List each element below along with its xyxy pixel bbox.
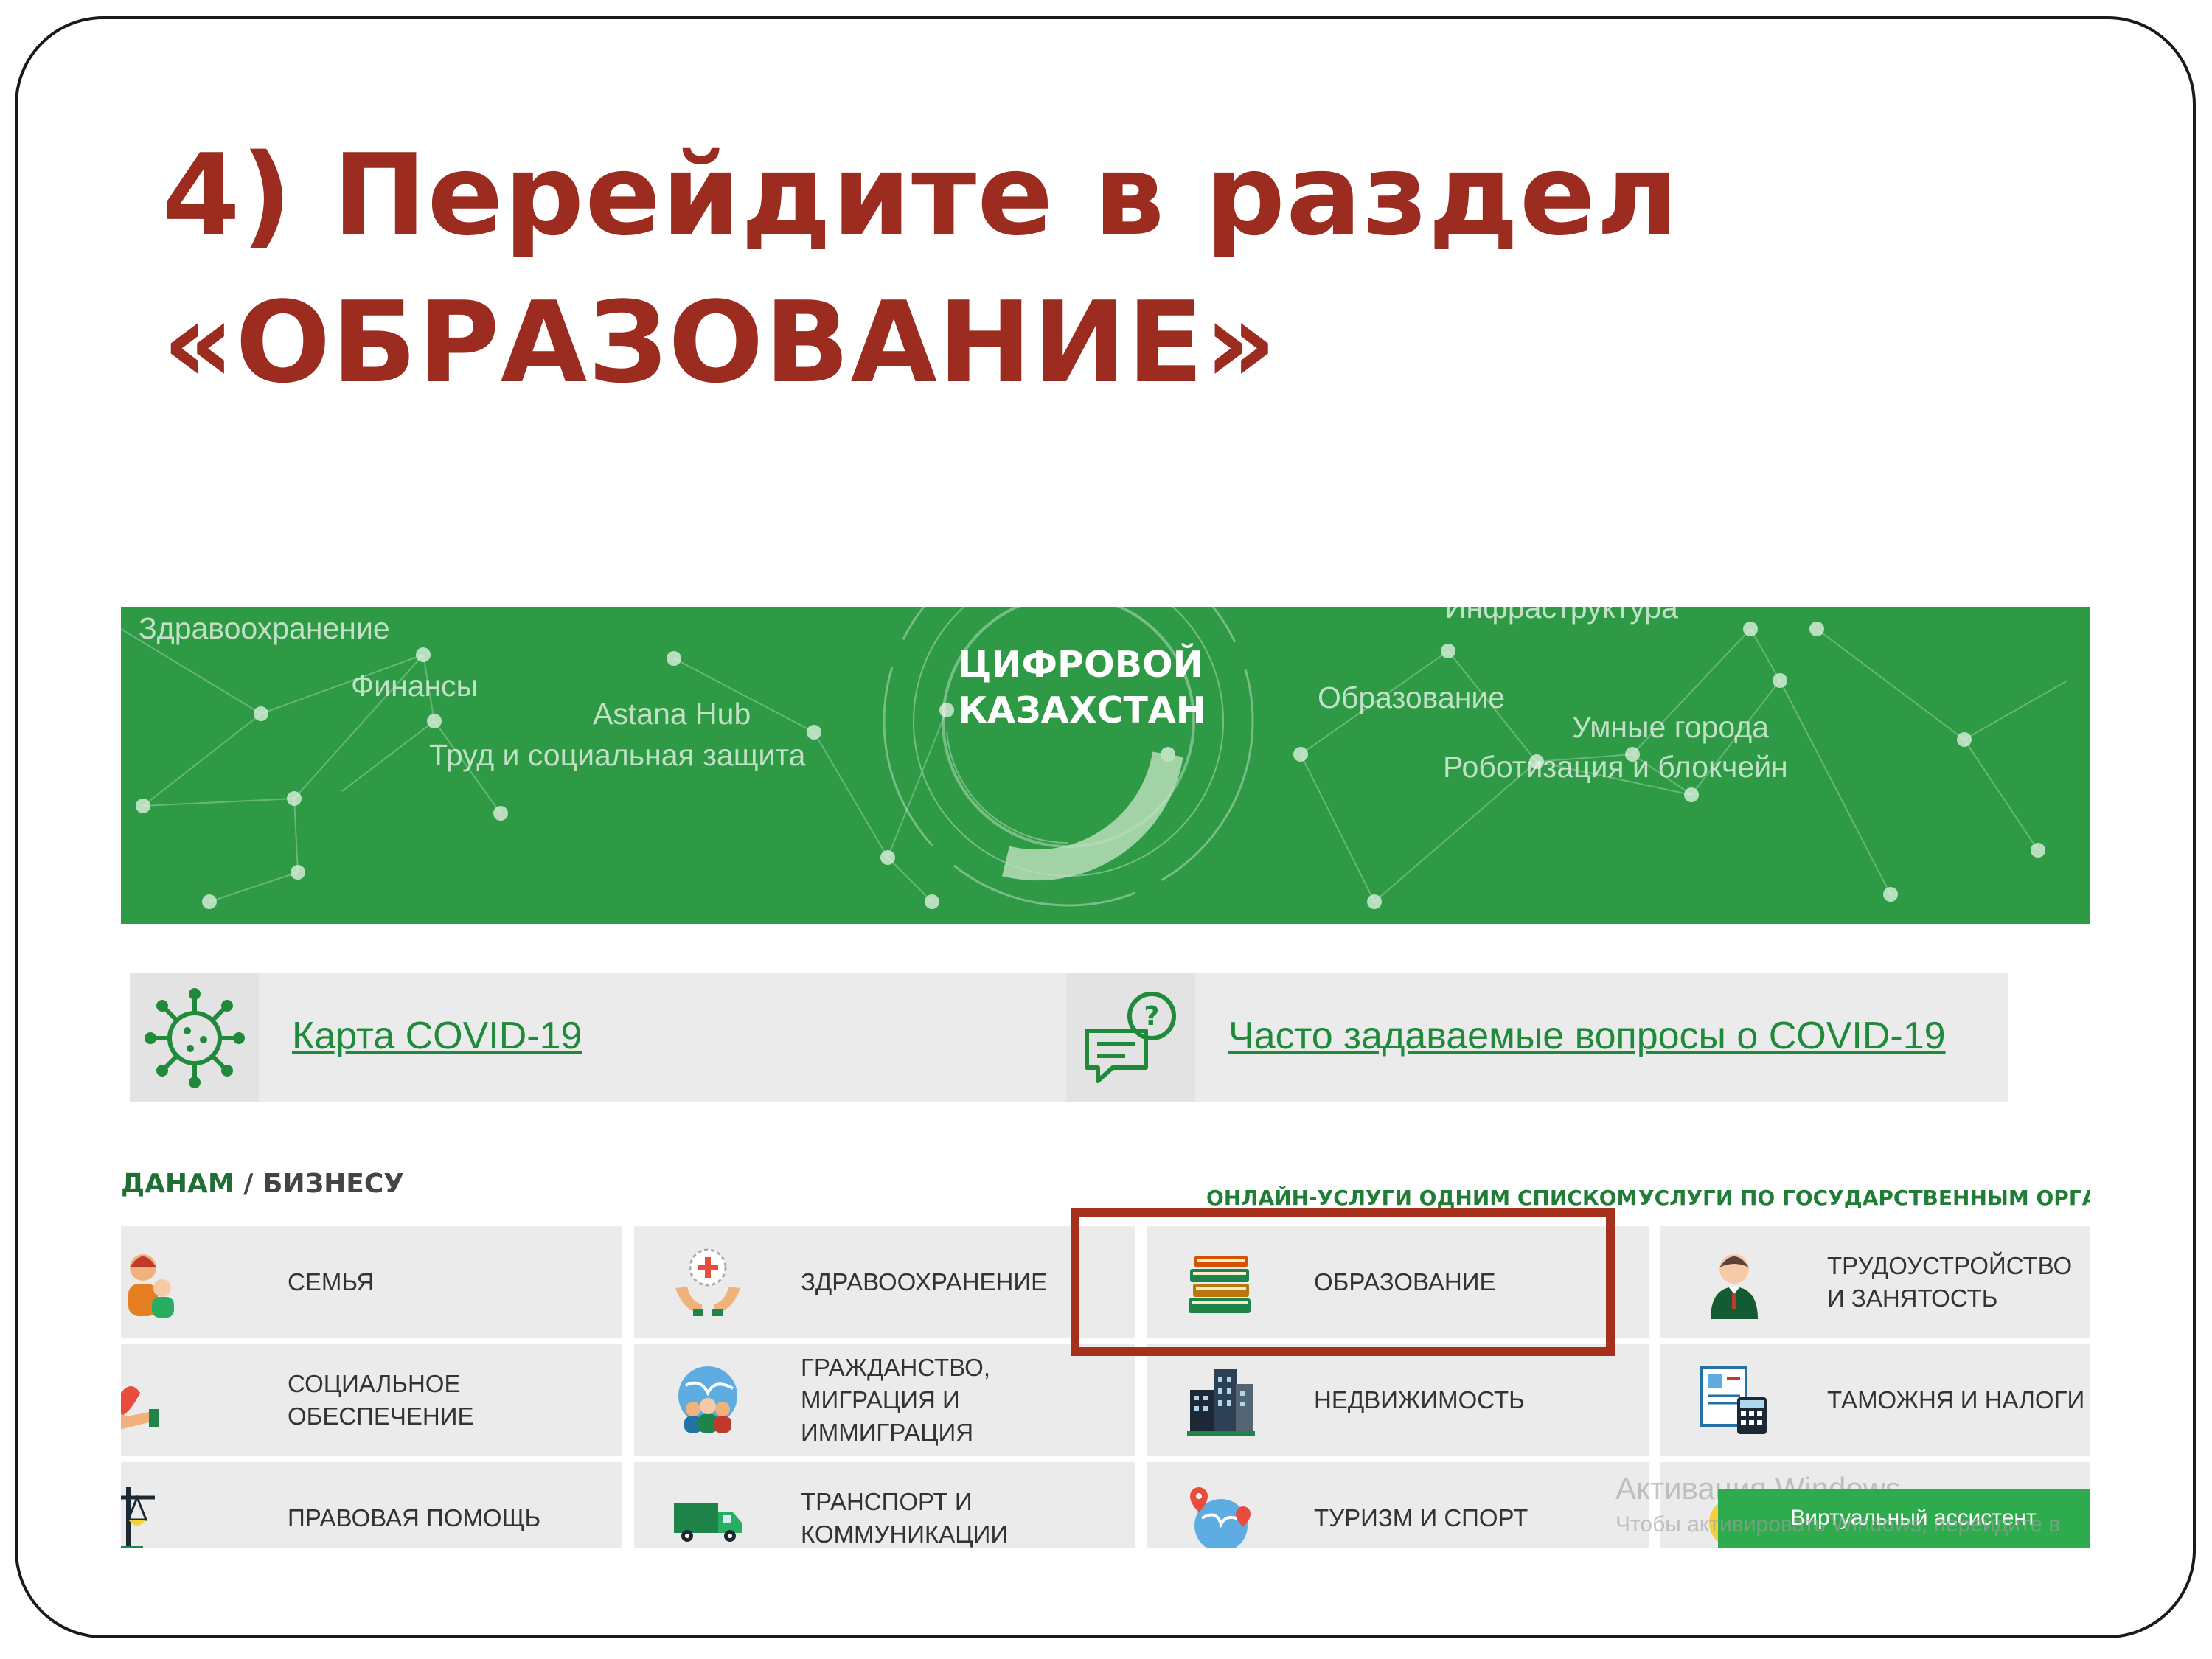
category-label: ПРАВОВАЯ ПОМОЩЬ (288, 1504, 541, 1531)
banner-word-astana-hub: Astana Hub (593, 697, 751, 731)
truck-icon (674, 1503, 742, 1542)
banner-word-finance: Финансы (351, 669, 479, 703)
globe-people-icon (678, 1366, 737, 1433)
business-tab[interactable]: БИЗНЕСУ (262, 1169, 404, 1199)
family-icon (128, 1254, 174, 1318)
healthcare-icon (675, 1248, 740, 1316)
category-icon-box (121, 1344, 268, 1456)
category-icon-box (634, 1344, 782, 1456)
category-education[interactable]: ОБРАЗОВАНИЕ (1147, 1226, 1649, 1338)
calculator-document-icon (1700, 1366, 1767, 1434)
gov-services-link[interactable]: УСЛУГИ ПО ГОСУДАРСТВЕННЫМ ОРГАНАМ› (1638, 1186, 2090, 1210)
social-care-icon (121, 1386, 159, 1430)
category-icon-box (1147, 1462, 1295, 1548)
category-citizenship[interactable]: ГРАЖДАНСТВО, МИГРАЦИЯ И ИММИГРАЦИЯ (634, 1344, 1135, 1456)
category-icon-box (1660, 1226, 1808, 1338)
category-icon-box (1660, 1344, 1808, 1456)
employee-icon (1711, 1254, 1758, 1319)
faq-icon-box: ? (1066, 973, 1195, 1102)
digital-kazakhstan-banner[interactable]: Здравоохранение Финансы Astana Hub Труд … (121, 607, 2090, 924)
category-label: СЕМЬЯ (288, 1268, 375, 1295)
scales-icon (121, 1487, 155, 1548)
banner-word-infrastructure: Инфраструктура (1444, 607, 1678, 625)
category-label: СОЦИАЛЬНОЕ ОБЕСПЕЧЕНИЕ (288, 1370, 474, 1430)
banner-word-health: Здравоохранение (139, 611, 390, 645)
banner-word-labor: Труд и социальная защита (429, 738, 806, 772)
chat-question-icon: ? (1085, 992, 1176, 1083)
buildings-icon (1187, 1369, 1255, 1436)
covid-map-link[interactable]: Карта COVID-19 (292, 1014, 582, 1058)
category-label: ТРАНСПОРТ И КОММУНИКАЦИИ (801, 1488, 1009, 1548)
portal-screenshot: Здравоохранение Финансы Astana Hub Труд … (121, 607, 2090, 1548)
banner-title-line2: КАЗАХСТАН (958, 689, 1206, 731)
category-social-care[interactable]: СОЦИАЛЬНОЕ ОБЕСПЕЧЕНИЕ (121, 1344, 622, 1456)
category-legal-aid[interactable]: ПРАВОВАЯ ПОМОЩЬ (121, 1462, 622, 1548)
audience-switch: ДАНАМ / БИЗНЕСУ (121, 1169, 404, 1199)
banner-word-robotization: Роботизация и блокчейн (1443, 750, 1788, 784)
windows-activation-note: Чтобы активировать Windows, перейдите в (1615, 1512, 2061, 1537)
category-label: ОБРАЗОВАНИЕ (1314, 1268, 1496, 1295)
banner-title-line1: ЦИФРОВОЙ (958, 644, 1203, 686)
category-icon-box (634, 1226, 782, 1338)
category-transport[interactable]: ТРАНСПОРТ И КОММУНИКАЦИИ (634, 1462, 1135, 1548)
category-tourism-sport[interactable]: ТУРИЗМ И СПОРТ (1147, 1462, 1649, 1548)
books-icon (1189, 1256, 1251, 1313)
category-icon-box (634, 1462, 782, 1548)
slide-title: 4) Перейдите в раздел «ОБРАЗОВАНИЕ» (162, 122, 1932, 417)
covid-faq-card[interactable]: ? Часто задаваемые вопросы о COVID-19 (1066, 973, 2008, 1102)
category-label: ТРУДОУСТРОЙСТВО И ЗАНЯТОСТЬ (1827, 1252, 2073, 1312)
slide-title-line2: «ОБРАЗОВАНИЕ» (162, 277, 1278, 408)
banner-word-smart-cities: Умные города (1572, 710, 1769, 744)
citizens-tab[interactable]: ДАНАМ (121, 1169, 234, 1199)
covid-map-card[interactable]: Карта COVID-19 (130, 973, 1066, 1102)
category-healthcare[interactable]: ЗДРАВООХРАНЕНИЕ (634, 1226, 1135, 1338)
category-family[interactable]: СЕМЬЯ (121, 1226, 622, 1338)
banner-title: ЦИФРОВОЙ КАЗАХСТАН (958, 642, 1206, 734)
virus-icon (145, 988, 245, 1088)
covid-faq-link[interactable]: Часто задаваемые вопросы о COVID-19 (1228, 1014, 1946, 1058)
category-icon-box (121, 1226, 268, 1338)
online-services-link[interactable]: ОНЛАЙН-УСЛУГИ ОДНИМ СПИСКОМ › (1206, 1186, 1652, 1210)
category-real-estate[interactable]: НЕДВИЖИМОСТЬ (1147, 1344, 1649, 1456)
banner-word-education: Образование (1318, 681, 1506, 714)
category-icon-box (1147, 1344, 1295, 1456)
gov-services-label: УСЛУГИ ПО ГОСУДАРСТВЕННЫМ ОРГАНАМ (1638, 1186, 2090, 1210)
category-customs-taxes[interactable]: ТАМОЖНЯ И НАЛОГИ (1660, 1344, 2090, 1456)
covid-icon-box (130, 973, 259, 1102)
category-label: ЗДРАВООХРАНЕНИЕ (801, 1268, 1048, 1295)
online-services-label: ОНЛАЙН-УСЛУГИ ОДНИМ СПИСКОМ (1206, 1186, 1638, 1210)
category-icon-box (1147, 1226, 1295, 1338)
globe-pins-icon (1190, 1487, 1251, 1548)
category-label: НЕДВИЖИМОСТЬ (1314, 1386, 1525, 1413)
audience-separator: / (243, 1169, 254, 1199)
category-label: ТАМОЖНЯ И НАЛОГИ (1827, 1386, 2085, 1413)
category-icon-box (121, 1462, 268, 1548)
category-employment[interactable]: ТРУДОУСТРОЙСТВО И ЗАНЯТОСТЬ (1660, 1226, 2090, 1338)
category-label: ГРАЖДАНСТВО, МИГРАЦИЯ И ИММИГРАЦИЯ (801, 1354, 990, 1446)
category-label: ТУРИЗМ И СПОРТ (1314, 1504, 1528, 1531)
slide-title-line1: 4) Перейдите в раздел (162, 130, 1680, 260)
svg-text:?: ? (1144, 1001, 1160, 1032)
